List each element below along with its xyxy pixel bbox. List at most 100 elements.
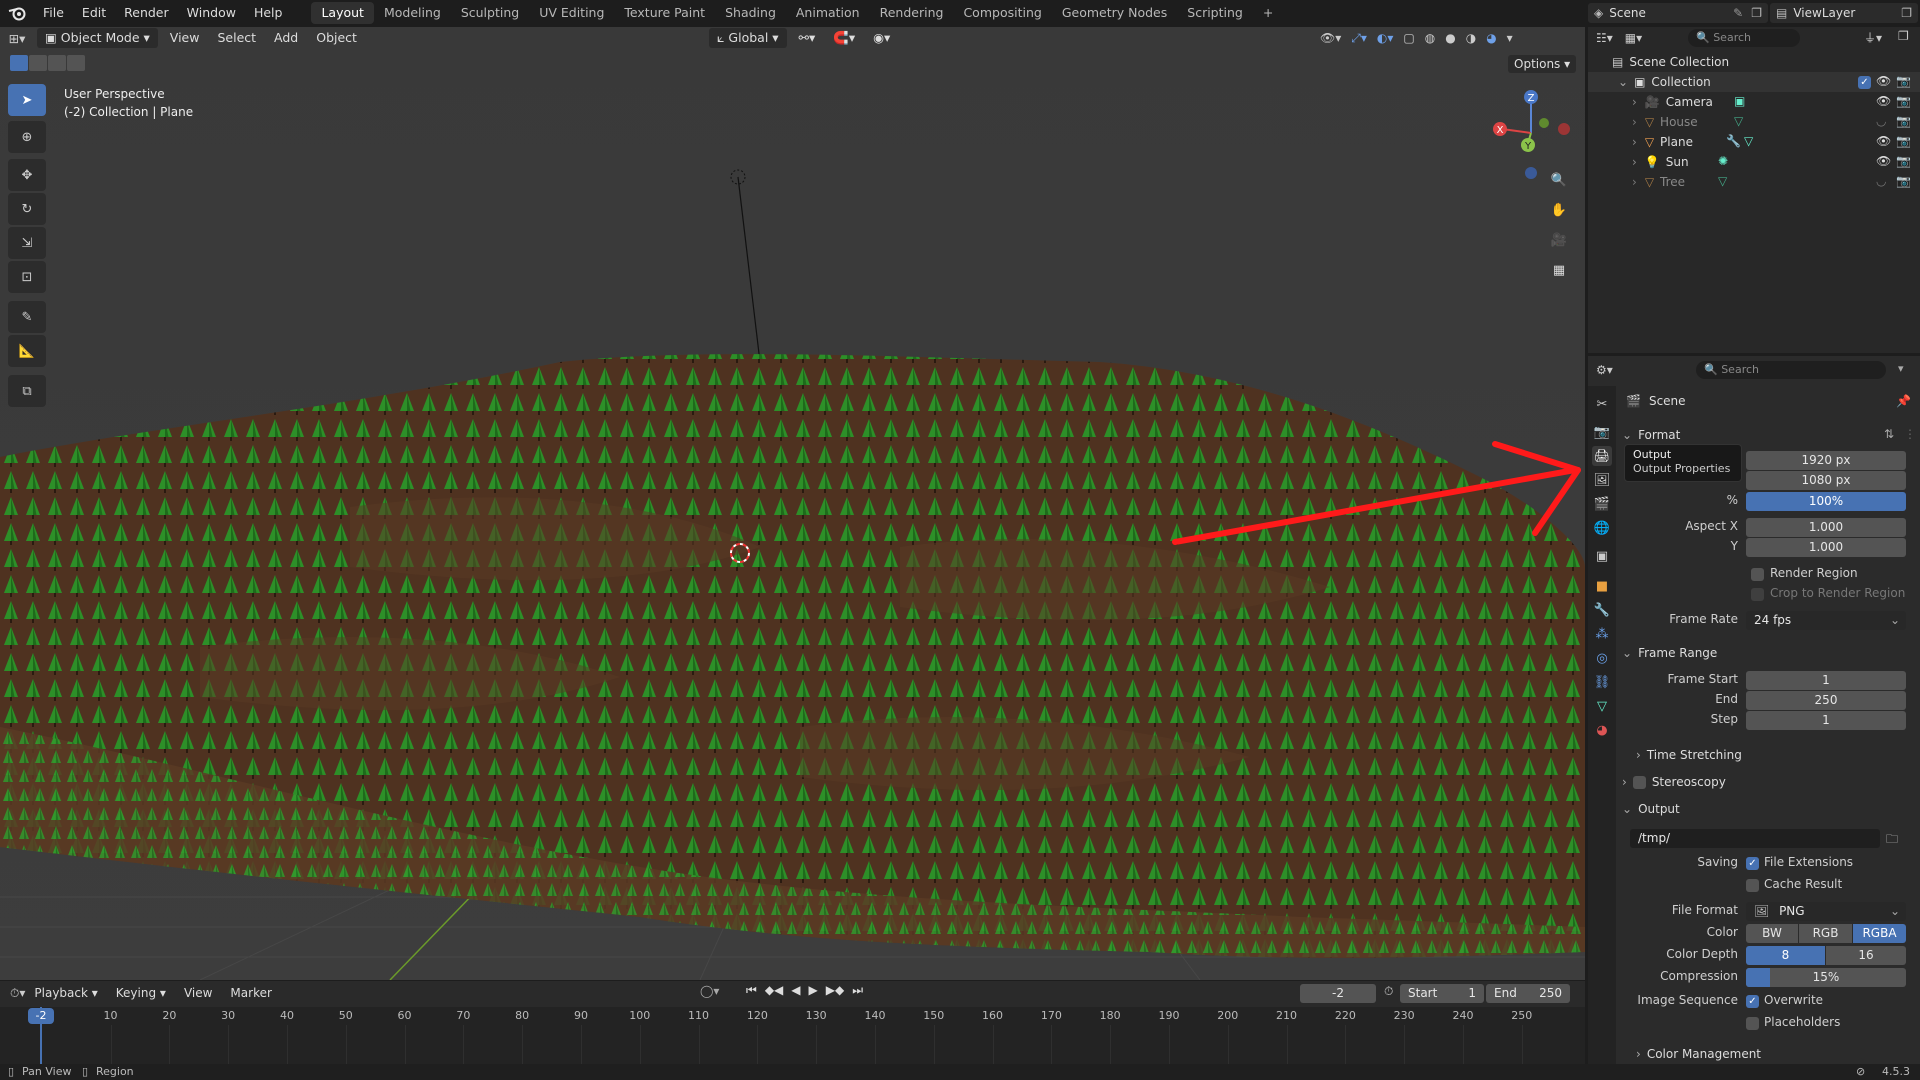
zoom-icon[interactable]: 🔍 — [1544, 165, 1574, 195]
tab-modifier-icon[interactable]: 🔧 — [1592, 600, 1612, 620]
camera-render-icon[interactable]: 📷 — [1896, 134, 1911, 148]
tab-layout[interactable]: Layout — [311, 2, 374, 24]
overwrite-checkbox[interactable]: ✓ — [1746, 995, 1759, 1008]
stopwatch-icon[interactable]: ⏱ — [1384, 984, 1393, 999]
pivot-icon[interactable]: ⚯▾ — [790, 27, 825, 49]
crop-region-checkbox[interactable] — [1751, 588, 1764, 601]
tab-view-layer-icon[interactable]: 🖼 — [1592, 470, 1612, 490]
tab-particles-icon[interactable]: ⁂ — [1592, 624, 1612, 644]
tree-row-collection[interactable]: ⌄ ▣ Collection ✓ 👁 📷 — [1588, 72, 1920, 92]
placeholders-checkbox[interactable] — [1746, 1017, 1759, 1030]
tab-sculpting[interactable]: Sculpting — [451, 2, 529, 24]
tree-row-scene-collection[interactable]: ▤ Scene Collection — [1588, 52, 1920, 72]
resolution-percent-field[interactable]: 100% — [1746, 492, 1906, 511]
select-extend-icon[interactable] — [29, 55, 47, 71]
select-subtract-icon[interactable] — [48, 55, 66, 71]
tab-uv-editing[interactable]: UV Editing — [529, 2, 614, 24]
color-depth-8-option[interactable]: 8 — [1746, 946, 1825, 965]
mode-dropdown[interactable]: ▣ Object Mode ▾ — [37, 28, 158, 48]
tool-scale[interactable]: ⇲ — [8, 227, 46, 259]
display-mode-icon[interactable]: ▦▾ — [1625, 31, 1642, 45]
select-intersect-icon[interactable] — [67, 55, 85, 71]
aspect-y-field[interactable]: 1.000 — [1746, 538, 1906, 557]
color-depth-16-option[interactable]: 16 — [1826, 946, 1906, 965]
add-workspace-button[interactable]: + — [1253, 2, 1283, 24]
format-panel-header[interactable]: ⌄ Format ⇅ ⋮⋮ — [1622, 424, 1920, 446]
properties-options-icon[interactable]: ▾ — [1898, 362, 1904, 375]
new-viewlayer-icon[interactable]: ❐ — [1901, 6, 1912, 20]
camera-render-icon[interactable]: 📷 — [1896, 94, 1911, 108]
resolution-x-field[interactable]: 1920 px — [1746, 451, 1906, 470]
select-new-icon[interactable] — [10, 55, 28, 71]
file-format-dropdown[interactable]: 🖼 PNG ⌄ — [1746, 902, 1906, 921]
properties-editor-icon[interactable]: ⚙▾ — [1596, 363, 1613, 377]
drag-handle-icon[interactable]: ⋮⋮ — [1904, 427, 1920, 441]
pan-hand-icon[interactable]: ✋ — [1544, 195, 1574, 225]
proportional-edit-icon[interactable]: ◉▾ — [864, 27, 899, 49]
timeline-menu-marker[interactable]: Marker — [221, 982, 280, 1004]
snap-icon[interactable]: 🧲▾ — [824, 27, 864, 49]
start-frame-field[interactable]: Start 1 — [1400, 984, 1484, 1003]
jump-keyframe-forward-icon[interactable]: ▶◆ — [826, 983, 844, 998]
output-path-input[interactable]: /tmp/ — [1630, 829, 1880, 848]
tool-cursor[interactable]: ⊕ — [8, 121, 46, 153]
tree-row-tree[interactable]: › ▽ Tree ▽ ◡ 📷 — [1588, 172, 1920, 192]
color-management-subpanel[interactable]: › Color Management — [1636, 1043, 1920, 1064]
overlay-icon[interactable]: ◐▾ — [1377, 31, 1394, 45]
color-bw-option[interactable]: BW — [1746, 924, 1798, 943]
aspect-x-field[interactable]: 1.000 — [1746, 518, 1906, 537]
tab-tool-icon[interactable]: ✂ — [1592, 394, 1612, 414]
new-scene-icon[interactable]: ❐ — [1751, 6, 1762, 20]
camera-data-icon[interactable]: ▣ — [1734, 94, 1745, 108]
viewport-menu-add[interactable]: Add — [265, 27, 307, 49]
viewport-menu-view[interactable]: View — [161, 27, 209, 49]
viewport-menu-object[interactable]: Object — [307, 27, 366, 49]
camera-render-icon[interactable]: 📷 — [1896, 174, 1911, 188]
collapse-chevron-icon[interactable]: › — [1632, 175, 1637, 189]
tab-world-icon[interactable]: 🌐 — [1592, 518, 1612, 538]
menu-window[interactable]: Window — [178, 0, 245, 26]
tool-annotate[interactable]: ✎ — [8, 301, 46, 333]
wireframe-shading-icon[interactable]: ◍ — [1425, 31, 1435, 45]
visibility-icon[interactable]: 👁▾ — [1320, 31, 1341, 45]
play-icon[interactable]: ▶ — [809, 983, 818, 998]
mesh-data-icon[interactable]: ▽ — [1718, 174, 1727, 188]
tab-collection-icon[interactable]: ▣ — [1592, 546, 1612, 566]
auto-key-icon[interactable]: ◯▾ — [700, 984, 719, 998]
playhead-marker[interactable]: -2 — [28, 1008, 54, 1024]
expand-chevron-icon[interactable]: ⌄ — [1618, 75, 1628, 89]
tool-rotate[interactable]: ↻ — [8, 193, 46, 225]
menu-edit[interactable]: Edit — [73, 0, 115, 26]
outliner-editor-icon[interactable]: ☷▾ — [1596, 31, 1613, 45]
camera-render-icon[interactable]: 📷 — [1896, 74, 1911, 88]
color-rgb-option[interactable]: RGB — [1799, 924, 1852, 943]
tab-object-icon[interactable]: ■ — [1592, 576, 1612, 596]
eye-hidden-icon[interactable]: ◡ — [1876, 114, 1886, 128]
color-rgba-option[interactable]: RGBA — [1853, 924, 1906, 943]
eye-icon[interactable]: 👁 — [1876, 94, 1891, 108]
tab-output-icon[interactable]: 🖨 — [1592, 446, 1612, 466]
frame-end-field[interactable]: 250 — [1746, 691, 1906, 710]
tab-compositing[interactable]: Compositing — [953, 2, 1051, 24]
jump-keyframe-back-icon[interactable]: ◆◀ — [765, 983, 783, 998]
presets-icon[interactable]: ⇅ — [1884, 427, 1894, 441]
tool-select-box[interactable]: ➤ — [8, 84, 46, 116]
tab-texture-paint[interactable]: Texture Paint — [614, 2, 715, 24]
eye-icon[interactable]: 👁 — [1876, 134, 1891, 148]
tab-constraints-icon[interactable]: ⛓ — [1592, 672, 1612, 692]
compression-slider[interactable]: 15% — [1746, 968, 1906, 987]
options-button[interactable]: Options ▾ — [1508, 55, 1577, 73]
jump-end-icon[interactable]: ⏭ — [852, 983, 863, 998]
tool-measure[interactable]: 📐 — [8, 335, 46, 367]
render-region-checkbox[interactable] — [1751, 568, 1764, 581]
menu-render[interactable]: Render — [115, 0, 178, 26]
mesh-data-icon[interactable]: ▽ — [1744, 134, 1753, 148]
mesh-data-icon[interactable]: ▽ — [1734, 114, 1743, 128]
tool-move[interactable]: ✥ — [8, 159, 46, 191]
collapse-chevron-icon[interactable]: › — [1632, 95, 1637, 109]
tab-rendering[interactable]: Rendering — [870, 2, 954, 24]
timeline-menu-view[interactable]: View — [175, 982, 221, 1004]
camera-render-icon[interactable]: 📷 — [1896, 154, 1911, 168]
frame-range-panel-header[interactable]: ⌄ Frame Range — [1622, 642, 1914, 664]
end-frame-field[interactable]: End 250 — [1486, 984, 1570, 1003]
